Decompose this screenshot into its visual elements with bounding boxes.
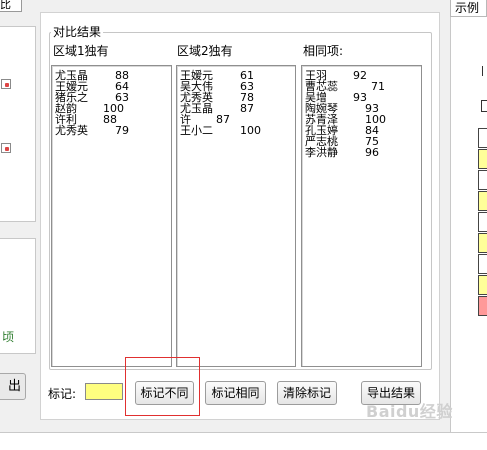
right-tab[interactable]: 示例 <box>450 0 487 17</box>
mark-same-button[interactable]: 标记相同 <box>205 381 266 405</box>
right-table-cell[interactable] <box>478 233 487 253</box>
region1-label: 区域1独有 <box>53 44 109 58</box>
clear-marks-button[interactable]: 清除标记 <box>277 381 337 405</box>
list-item-value: 71 <box>371 80 385 93</box>
left-button[interactable]: 出 <box>0 373 26 400</box>
group-title: 对比结果 <box>51 25 104 39</box>
list-item-value: 87 <box>216 113 230 126</box>
list-item-value: 79 <box>115 124 129 137</box>
list-item-value: 92 <box>353 69 367 82</box>
list-item-name: 王小二 <box>180 124 213 137</box>
right-table-cell[interactable] <box>478 254 487 274</box>
highlight-box <box>125 357 200 416</box>
right-table-cell[interactable] <box>478 275 487 295</box>
same-listbox[interactable]: 王羽 92 曹芯蕊 71 吴增 93 陶婉琴 93 苏青泽 100 孔玉婷 84 严志桃 75 李洪静 96 <box>301 65 422 367</box>
right-table-cell[interactable] <box>478 296 487 316</box>
right-table-cell[interactable] <box>478 212 487 232</box>
watermark: Baidu经验 <box>366 402 453 421</box>
left-option-text: 顷 <box>2 330 15 344</box>
range-select-icon[interactable] <box>1 143 11 153</box>
list-item-name: 李洪静 <box>305 146 338 159</box>
right-table <box>478 128 487 324</box>
list-item-name: 尤秀英 <box>55 124 88 137</box>
region2-label: 区域2独有 <box>177 44 233 58</box>
same-label: 相同项: <box>303 44 344 58</box>
list-item-value: 100 <box>240 124 261 137</box>
region1-listbox[interactable]: 尤玉晶 88 王嫒元 64 猪乐之 63 赵韵 100 许利 88 尤秀英 79 <box>51 65 172 367</box>
right-table-cell[interactable] <box>478 128 487 148</box>
right-table-cell[interactable] <box>478 149 487 169</box>
mark-color-swatch[interactable] <box>85 383 123 400</box>
sheet-bottom <box>0 432 487 450</box>
right-table-cell[interactable] <box>478 170 487 190</box>
mark-label: 标记: <box>48 387 77 401</box>
list-item-value: 96 <box>365 146 379 159</box>
region2-listbox[interactable]: 王嫒元 61 吴大伟 63 尤秀英 78 尤玉晶 87 许 87 王小二 100 <box>176 65 296 367</box>
right-text-fragment <box>482 66 487 76</box>
right-checkbox[interactable] <box>481 100 487 112</box>
left-panel-top <box>0 26 36 222</box>
list-item-value: 87 <box>240 102 254 115</box>
left-tab[interactable]: 比 <box>0 0 22 12</box>
range-select-icon[interactable] <box>1 79 11 89</box>
right-table-cell[interactable] <box>478 191 487 211</box>
